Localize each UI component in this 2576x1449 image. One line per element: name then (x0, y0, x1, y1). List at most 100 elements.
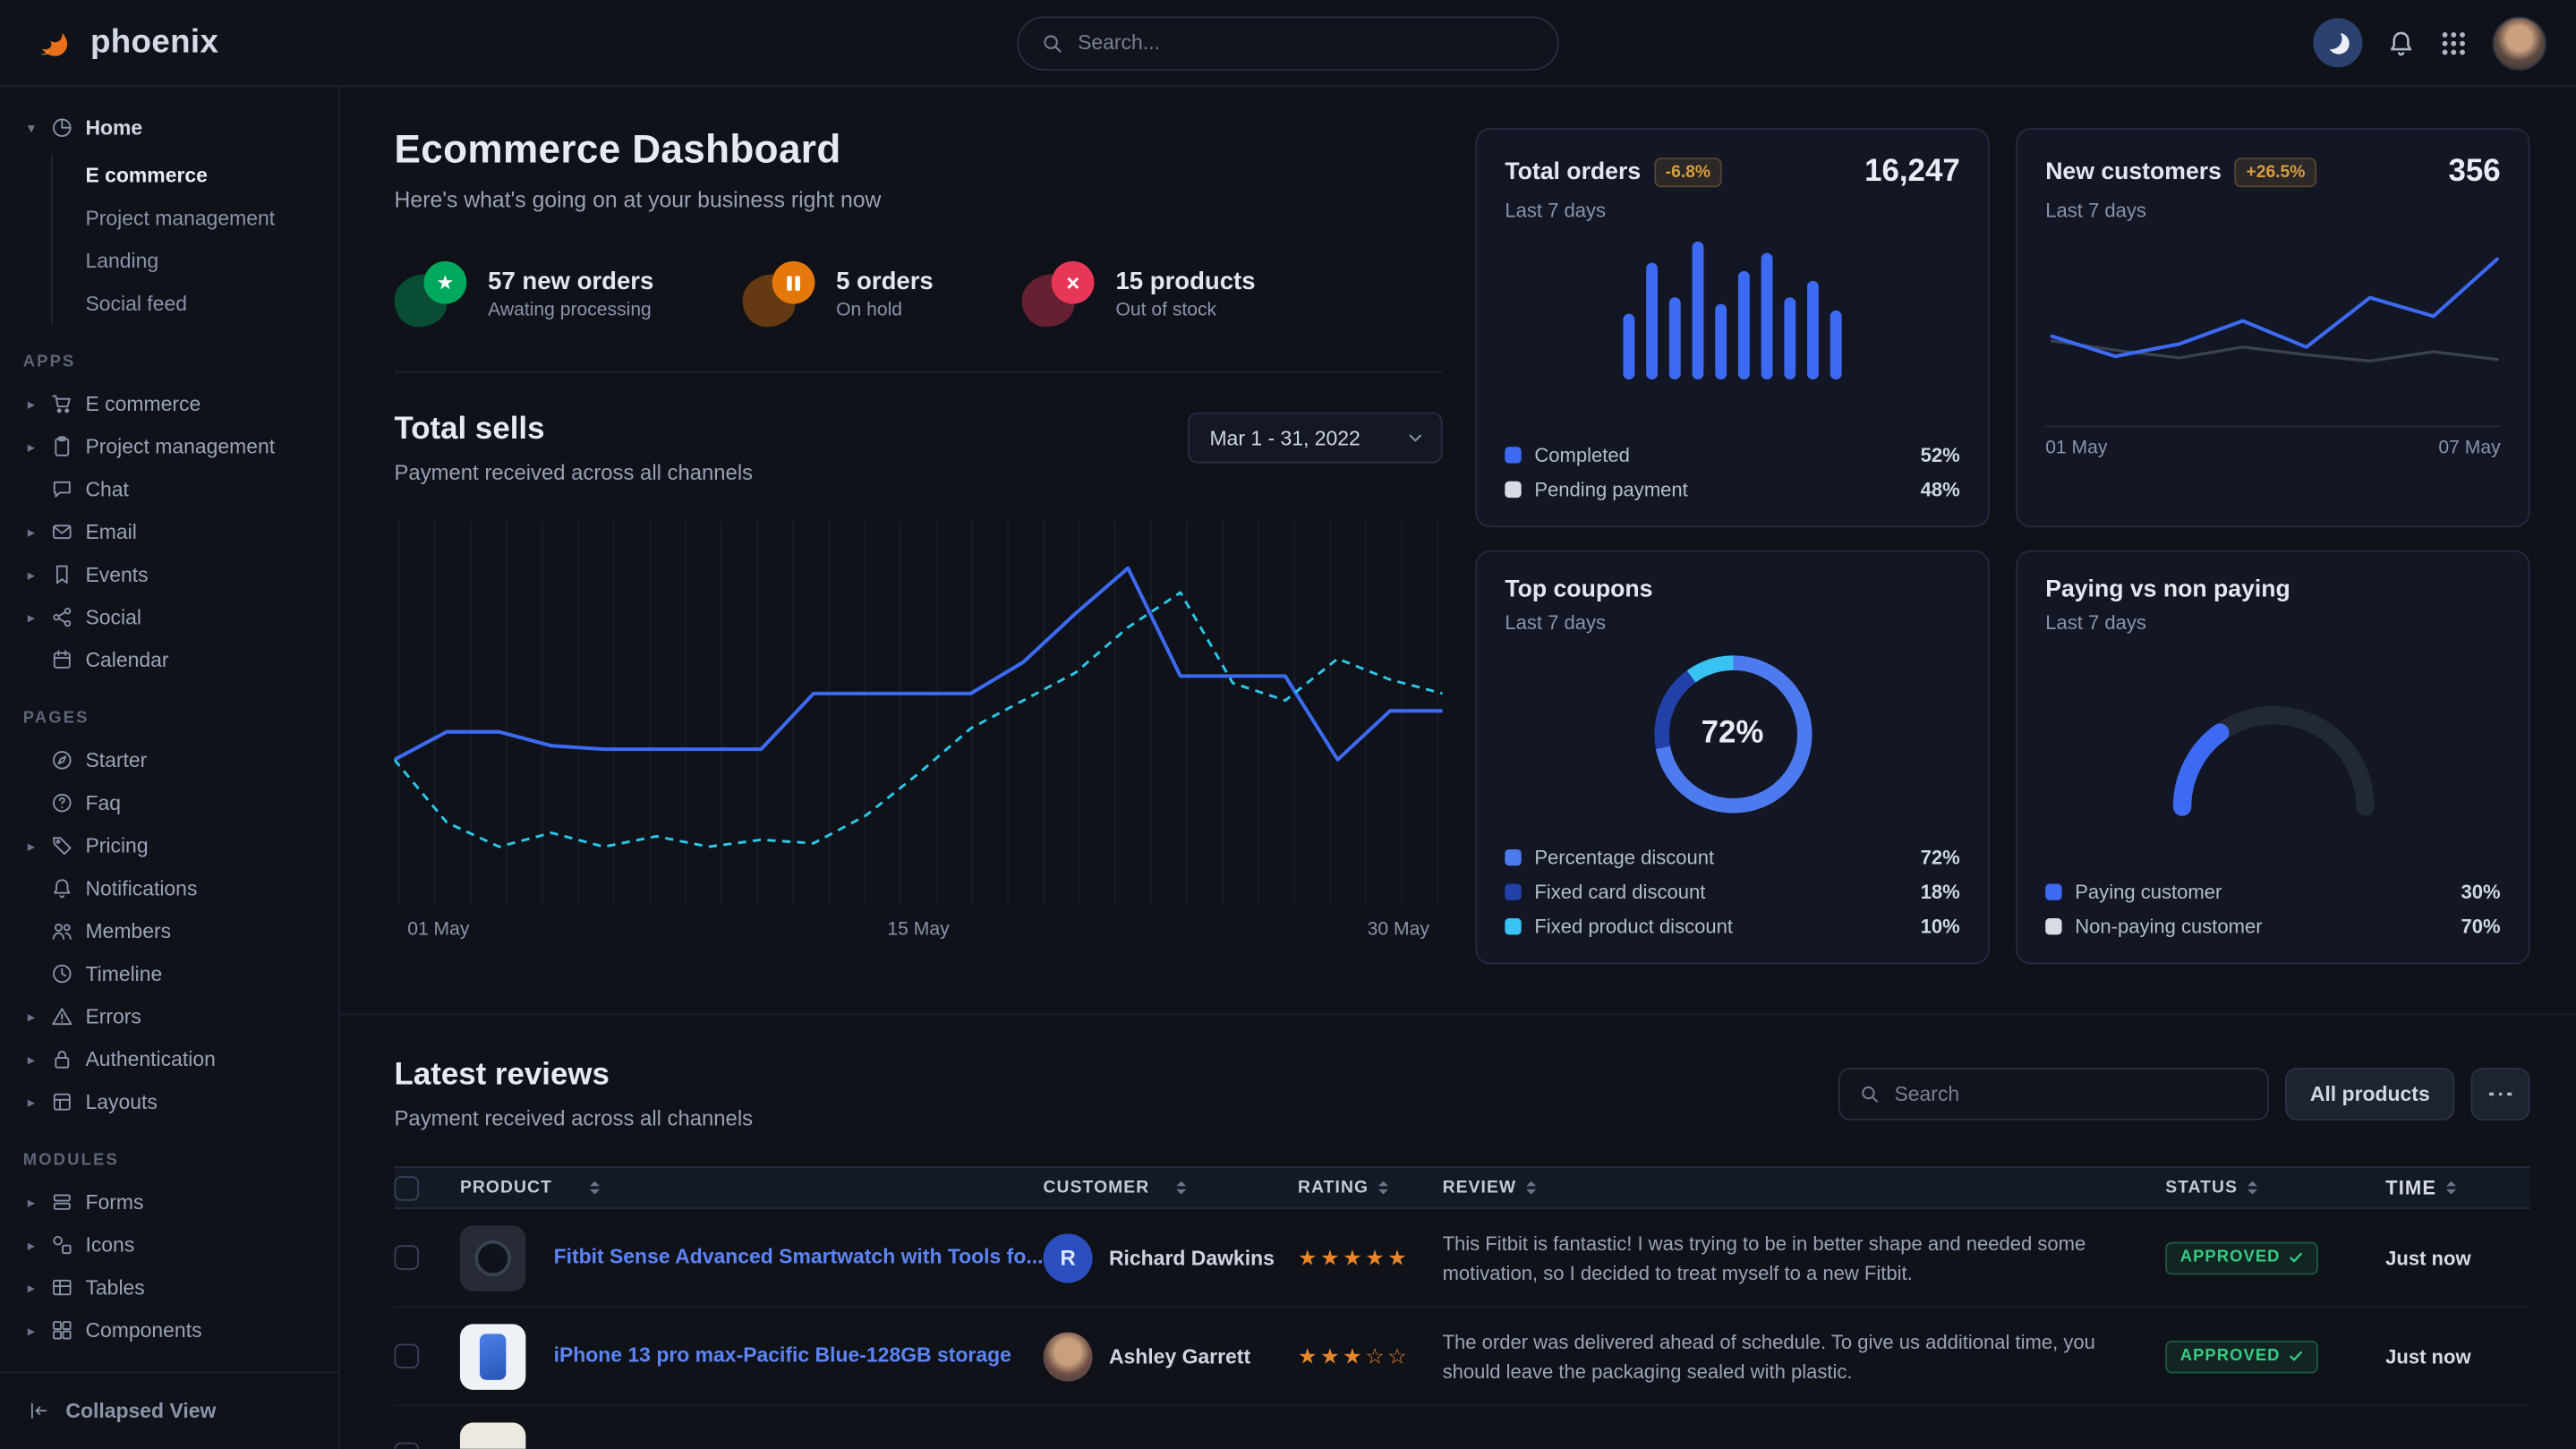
stats-row: ★ 57 new orders Awating processing (395, 261, 1443, 327)
product-link[interactable]: Fitbit Sense Advanced Smartwatch with To… (554, 1244, 1044, 1272)
donut-center-label: 72% (1702, 716, 1764, 752)
sort-icon (2446, 1181, 2456, 1195)
apps-grid-button[interactable] (2440, 29, 2468, 56)
sidebar-item-home[interactable]: ▾ Home (16, 107, 321, 149)
customer-name: Richard Dawkins (1109, 1246, 1275, 1269)
sidebar-item-label: Timeline (85, 963, 162, 986)
product-image (460, 1422, 525, 1449)
sidebar-item[interactable]: ▸ Authentication (16, 1038, 321, 1081)
row-checkbox[interactable] (395, 1443, 420, 1449)
total-sells-chart: 01 May 15 May 30 May (395, 515, 1443, 940)
sidebar-item-icon (51, 1191, 74, 1215)
brand-link[interactable]: phoenix (33, 21, 219, 64)
top-coupons-card: Top coupons Last 7 days 72% Percentage d… (1475, 550, 1990, 965)
new-customers-chart (2045, 242, 2500, 413)
legend-swatch (1505, 918, 1521, 934)
sidebar-item[interactable]: ▸ Layouts (16, 1081, 321, 1124)
sidebar-item[interactable]: ▸ Starter (16, 739, 321, 782)
chevron-down-icon (1406, 429, 1424, 447)
caret-right-icon: ▸ (23, 1095, 39, 1110)
sidebar-item[interactable]: ▸ Chat (16, 468, 321, 511)
select-all-checkbox[interactable] (395, 1175, 420, 1200)
product-image (460, 1224, 525, 1290)
reviews-controls: All products (1838, 1068, 2530, 1121)
bell-icon (2387, 29, 2415, 56)
sidebar-item-icon (51, 1319, 74, 1342)
column-header-product[interactable]: PRODUCT (460, 1178, 1044, 1198)
collapsed-view-toggle[interactable]: Collapsed View (0, 1372, 338, 1449)
table-row: iPhone 13 pro max-Pacific Blue-128GB sto… (395, 1308, 2530, 1406)
stat-caption: Awating processing (488, 301, 653, 320)
sidebar-item[interactable]: ▸ Email (16, 511, 321, 554)
delta-badge: +26.5% (2235, 158, 2317, 187)
sidebar-subitem-landing[interactable]: Landing (53, 240, 322, 283)
sidebar-item-icon (51, 564, 74, 587)
x-tick: 30 May (1368, 920, 1429, 940)
sidebar-item[interactable]: ▸ Members (16, 910, 321, 953)
column-header-review[interactable]: REVIEW (1443, 1178, 2166, 1198)
sidebar-item-icon (51, 920, 74, 943)
sidebar-item-label: Authentication (85, 1048, 215, 1071)
legend-label: Non-paying customer (2075, 915, 2262, 938)
row-checkbox[interactable] (395, 1245, 420, 1270)
sort-icon (2248, 1181, 2257, 1195)
status-badge: APPROVED (2165, 1241, 2318, 1274)
legend-value: 52% (1921, 444, 1960, 467)
reviews-subtitle: Payment received across all channels (395, 1105, 754, 1130)
sidebar-item[interactable]: ▸ Faq (16, 782, 321, 825)
sidebar-subitem-social-feed[interactable]: Social feed (53, 283, 322, 326)
sidebar-item[interactable]: ▸ Tables (16, 1266, 321, 1309)
notifications-button[interactable] (2387, 29, 2415, 56)
sidebar-item-icon (51, 435, 74, 458)
navbar-actions (2313, 15, 2546, 70)
column-header-customer[interactable]: CUSTOMER (1044, 1178, 1299, 1198)
sidebar-item-icon (51, 606, 74, 629)
reviews-header: Latest reviews Payment received across a… (395, 1058, 2530, 1130)
card-period: Last 7 days (1505, 611, 1959, 635)
sidebar-item-icon (51, 792, 74, 815)
row-checkbox[interactable] (395, 1343, 420, 1368)
more-options-button[interactable] (2471, 1068, 2530, 1121)
user-avatar[interactable] (2492, 15, 2546, 70)
sidebar-item[interactable]: ▸ Social (16, 596, 321, 639)
reviews-search-input[interactable] (1894, 1083, 2248, 1106)
sidebar-item[interactable]: ▸ Forms (16, 1181, 321, 1224)
column-header-rating[interactable]: RATING (1298, 1178, 1443, 1198)
sidebar-subitem-e-commerce[interactable]: E commerce (53, 155, 322, 198)
reviews-search (1838, 1068, 2269, 1121)
sidebar-item-icon (51, 478, 74, 501)
caret-down-icon: ▾ (23, 121, 39, 136)
collapse-left-icon (28, 1400, 51, 1423)
sidebar-item[interactable]: ▸ Calendar (16, 639, 321, 682)
sidebar-item-icon (51, 1091, 74, 1114)
all-products-button[interactable]: All products (2285, 1068, 2454, 1121)
sidebar-item-label: Layouts (85, 1091, 157, 1114)
date-range-select[interactable]: Mar 1 - 31, 2022 (1189, 413, 1443, 464)
sidebar-item[interactable]: ▸ Icons (16, 1223, 321, 1266)
sidebar-item[interactable]: ▸ Components (16, 1309, 321, 1352)
sidebar-item[interactable]: ▸ Project management (16, 425, 321, 468)
product-link[interactable]: iPhone 13 pro max-Pacific Blue-128GB sto… (554, 1342, 1011, 1370)
sidebar-item-label: Faq (85, 792, 121, 815)
legend-swatch (1505, 883, 1521, 899)
global-search-input[interactable] (1078, 31, 1534, 55)
stat-caption: Out of stock (1115, 301, 1255, 320)
card-title: Paying vs non paying (2045, 576, 2290, 602)
sidebar-item[interactable]: ▸ Events (16, 554, 321, 597)
sidebar-item-label: Notifications (85, 877, 197, 900)
sidebar-item[interactable]: ▸ Pricing (16, 824, 321, 867)
column-header-time[interactable]: TIME (2385, 1176, 2530, 1199)
legend-row: Fixed card discount 18% (1505, 881, 1959, 904)
rating-stars: ★★★☆☆ (1298, 1343, 1410, 1368)
sidebar-subitem-project-management[interactable]: Project management (53, 197, 322, 240)
legend-row: Pending payment 48% (1505, 478, 1959, 501)
sidebar-item[interactable]: ▸ Notifications (16, 867, 321, 910)
sidebar-item-label: Calendar (85, 649, 168, 672)
sidebar-item[interactable]: ▸ E commerce (16, 383, 321, 426)
sidebar-item[interactable]: ▸ Errors (16, 995, 321, 1038)
sidebar-item[interactable]: ▸ Timeline (16, 953, 321, 996)
column-header-status[interactable]: STATUS (2165, 1178, 2385, 1198)
orders-bar-chart (1505, 242, 1959, 379)
caret-right-icon: ▸ (23, 610, 39, 626)
theme-toggle-button[interactable] (2313, 18, 2362, 67)
